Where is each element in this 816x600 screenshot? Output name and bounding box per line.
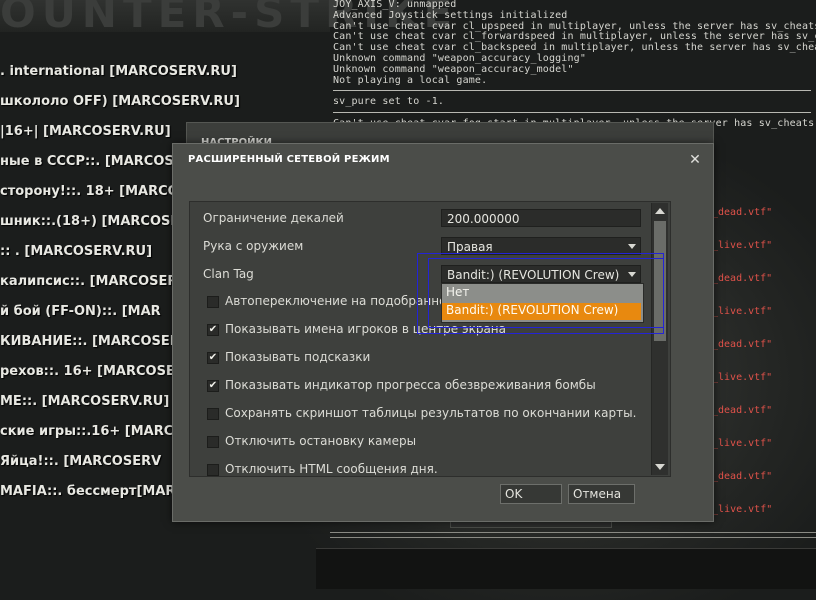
ok-button[interactable]: OK <box>500 484 562 504</box>
option-label: Показывать индикатор прогресса обезврежи… <box>225 378 596 392</box>
scroll-down-icon[interactable] <box>655 464 665 470</box>
checkbox[interactable] <box>207 436 219 448</box>
console-texture-line: _dead.vtf" <box>712 207 773 218</box>
console-texture-line: _live.vtf" <box>712 306 773 317</box>
console-line: sv_pure set to -1. <box>333 96 445 108</box>
dialog-title: РАСШИРЕННЫЙ СЕТЕВОЙ РЕЖИМ <box>188 154 390 165</box>
console-separator <box>333 112 811 114</box>
option-checkbox-row[interactable]: ✔ Показывать индикатор прогресса обезвреж… <box>190 372 670 400</box>
decal-limit-row: Ограничение декалей 200.000000 <box>190 204 670 232</box>
scroll-up-icon[interactable] <box>655 208 665 214</box>
decal-limit-label: Ограничение декалей <box>203 211 344 225</box>
option-label: Показывать подсказки <box>225 350 371 364</box>
clan-tag-value: Bandit:) (REVOLUTION Crew) <box>447 268 620 282</box>
options-panel: Ограничение декалей 200.000000 Рука с ор… <box>189 201 671 477</box>
options-scrollbar[interactable] <box>651 203 668 475</box>
game-logo: OUNTER-STRIKE <box>0 0 459 37</box>
chevron-down-icon <box>628 244 636 249</box>
checkmark-icon[interactable]: ✔ <box>207 324 219 336</box>
option-label: Отключить остановку камеры <box>225 434 417 448</box>
chevron-down-icon <box>628 272 636 277</box>
option-label: Отключить HTML сообщения дня. <box>225 462 438 476</box>
clan-tag-dropdown: Нет Bandit:) (REVOLUTION Crew) <box>441 283 644 323</box>
console-input[interactable] <box>316 548 816 589</box>
weapon-hand-value: Правая <box>447 240 493 254</box>
console-line: Advanced Joystick settings initialized <box>333 9 568 21</box>
weapon-hand-label: Рука с оружием <box>203 239 304 253</box>
option-checkbox-row[interactable]: Сохранять скриншот таблицы результатов п… <box>190 400 670 428</box>
option-checkbox-row[interactable]: Отключить остановку камеры <box>190 428 670 456</box>
console-separator <box>333 90 811 92</box>
option-checkbox-row[interactable]: Отключить HTML сообщения дня. <box>190 456 670 476</box>
console-divider <box>330 532 816 538</box>
clan-tag-option[interactable]: Нет <box>442 285 641 302</box>
console-line: Unknown command "weapon_accuracy_model" <box>333 63 574 75</box>
option-label: Сохранять скриншот таблицы результатов п… <box>225 406 637 420</box>
checkbox[interactable] <box>207 408 219 420</box>
checkmark-icon[interactable]: ✔ <box>207 352 219 364</box>
server-list-item[interactable]: . international [MARCOSERV.RU] <box>0 64 300 94</box>
clan-tag-option[interactable]: Bandit:) (REVOLUTION Crew) <box>442 303 641 320</box>
decal-limit-input[interactable]: 200.000000 <box>441 209 641 227</box>
checkmark-icon[interactable]: ✔ <box>207 380 219 392</box>
console-texture-line: _live.vtf" <box>712 240 773 251</box>
console-texture-line: er_live.vtf" <box>700 504 773 515</box>
option-checkbox-row[interactable]: ✔ Показывать подсказки <box>190 344 670 372</box>
checkbox[interactable] <box>207 296 219 308</box>
scrollbar-thumb[interactable] <box>654 221 666 341</box>
advanced-multiplayer-dialog: РАСШИРЕННЫЙ СЕТЕВОЙ РЕЖИМ ✕ Ограничение … <box>172 143 714 522</box>
console-texture-line: _dead.vtf" <box>712 471 773 482</box>
console-texture-line: _dead.vtf" <box>712 339 773 350</box>
console-texture-line: _dead.vtf" <box>712 405 773 416</box>
checkbox[interactable] <box>207 464 219 476</box>
console-line: Not playing a local game. <box>333 74 488 86</box>
option-label: Показывать имена игроков в центре экрана <box>225 322 507 336</box>
console-texture-line: _dead.vtf" <box>712 273 773 284</box>
weapon-hand-row: Рука с оружием Правая <box>190 232 670 260</box>
cancel-button[interactable]: Отмена <box>568 484 635 504</box>
console-texture-line: _live.vtf" <box>712 438 773 449</box>
clan-tag-label: Clan Tag <box>203 267 254 281</box>
console-texture-line: _live.vtf" <box>712 372 773 383</box>
clan-tag-select[interactable]: Bandit:) (REVOLUTION Crew) <box>441 265 641 283</box>
close-icon[interactable]: ✕ <box>687 152 703 168</box>
weapon-hand-select[interactable]: Правая <box>441 237 641 255</box>
server-list-item[interactable]: школоло OFF) [MARCOSERV.RU] <box>0 94 300 124</box>
